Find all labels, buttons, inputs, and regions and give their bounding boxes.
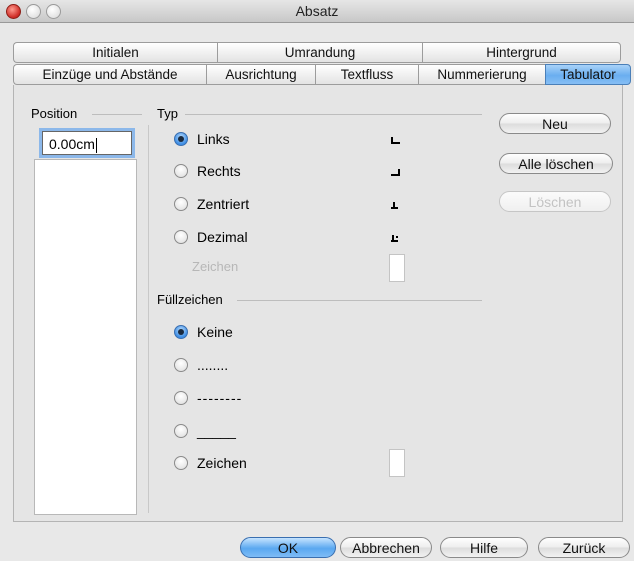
dialog-window: Absatz Initialen Umrandung Hintergrund E… <box>0 0 634 561</box>
tab-row-bottom: Einzüge und Abstände Ausrichtung Textflu… <box>13 64 631 85</box>
back-button[interactable]: Zurück <box>538 537 630 558</box>
tab-hintergrund[interactable]: Hintergrund <box>422 42 621 63</box>
tab-decimal-icon <box>391 235 398 242</box>
radio-typ-links[interactable]: Links <box>174 131 230 147</box>
radio-fuell-zeichen[interactable]: Zeichen <box>174 455 247 471</box>
radio-fuell-striche[interactable]: -------- <box>174 390 242 406</box>
radio-button[interactable] <box>174 164 188 178</box>
tab-nummerierung[interactable]: Nummerierung <box>418 64 545 85</box>
radio-fuell-keine-label: Keine <box>197 324 233 340</box>
radio-button-selected[interactable] <box>174 132 188 146</box>
tab-einzuege-und-abstaende[interactable]: Einzüge und Abstände <box>13 64 206 85</box>
radio-typ-links-label: Links <box>197 131 230 147</box>
window-title: Absatz <box>295 3 339 19</box>
radio-fuell-punkte-label: ........ <box>197 357 229 373</box>
typ-group-label: Typ <box>157 106 178 121</box>
tab-textfluss[interactable]: Textfluss <box>315 64 418 85</box>
position-input[interactable]: 0.00cm <box>42 131 132 155</box>
radio-typ-zentriert[interactable]: Zentriert <box>174 196 249 212</box>
radio-fuell-linie-label: _____ <box>197 423 236 439</box>
radio-fuell-punkte[interactable]: ........ <box>174 357 228 373</box>
radio-button[interactable] <box>174 456 188 470</box>
radio-typ-rechts[interactable]: Rechts <box>174 163 241 179</box>
new-button[interactable]: Neu <box>499 113 611 134</box>
fuellzeichen-group-label: Füllzeichen <box>157 292 223 307</box>
position-separator <box>92 114 142 115</box>
tab-initialen[interactable]: Initialen <box>13 42 217 63</box>
tab-right-icon <box>391 169 400 176</box>
radio-typ-rechts-label: Rechts <box>197 163 241 179</box>
vertical-divider <box>148 125 149 513</box>
typ-zeichen-field[interactable] <box>389 254 405 282</box>
fuellzeichen-separator <box>237 300 482 301</box>
title-bar[interactable]: Absatz <box>0 0 634 23</box>
tab-umrandung[interactable]: Umrandung <box>217 42 422 63</box>
fuell-zeichen-field[interactable] <box>389 449 405 477</box>
position-input-value: 0.00cm <box>49 136 95 152</box>
cancel-button[interactable]: Abbrechen <box>340 537 432 558</box>
radio-typ-dezimal[interactable]: Dezimal <box>174 229 248 245</box>
tab-ausrichtung[interactable]: Ausrichtung <box>206 64 315 85</box>
tab-row-top: Initialen Umrandung Hintergrund <box>13 42 621 63</box>
delete-button[interactable]: Löschen <box>499 191 611 212</box>
radio-button-selected[interactable] <box>174 325 188 339</box>
radio-fuell-keine[interactable]: Keine <box>174 324 233 340</box>
tab-left-icon <box>391 137 400 144</box>
radio-button[interactable] <box>174 230 188 244</box>
radio-fuell-linie[interactable]: _____ <box>174 423 236 439</box>
radio-button[interactable] <box>174 197 188 211</box>
radio-fuell-striche-label: -------- <box>197 390 243 406</box>
position-group-label: Position <box>31 106 78 121</box>
tab-center-icon <box>391 202 398 209</box>
delete-all-button[interactable]: Alle löschen <box>499 153 613 174</box>
radio-button[interactable] <box>174 424 188 438</box>
radio-typ-zentriert-label: Zentriert <box>197 196 250 212</box>
position-list[interactable] <box>34 159 137 515</box>
ok-button[interactable]: OK <box>240 537 336 558</box>
help-button[interactable]: Hilfe <box>440 537 528 558</box>
radio-button[interactable] <box>174 358 188 372</box>
text-caret <box>95 137 97 153</box>
radio-button[interactable] <box>174 391 188 405</box>
radio-fuell-zeichen-label: Zeichen <box>197 455 247 471</box>
zeichen-label-disabled: Zeichen <box>192 259 239 274</box>
tab-tabulator[interactable]: Tabulator <box>545 64 631 85</box>
typ-separator <box>185 114 482 115</box>
radio-typ-dezimal-label: Dezimal <box>197 229 248 245</box>
